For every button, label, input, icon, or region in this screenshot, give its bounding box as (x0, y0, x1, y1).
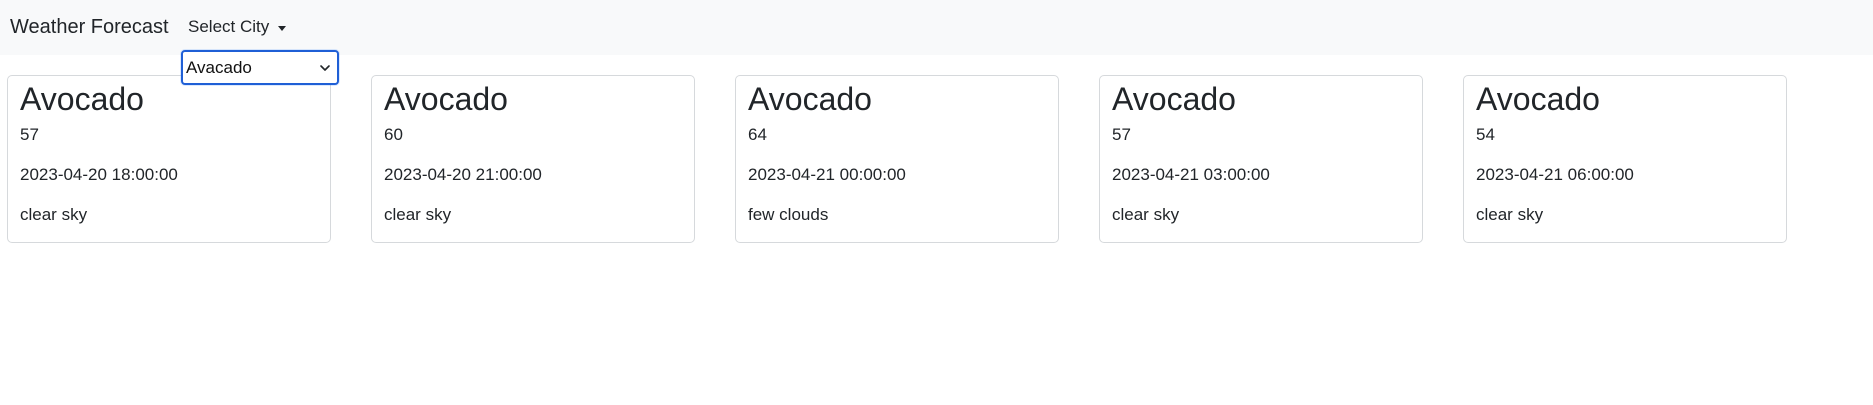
forecast-card: Avocado 64 2023-04-21 00:00:00 few cloud… (735, 75, 1059, 243)
card-temperature: 54 (1476, 125, 1495, 144)
navbar: Weather Forecast Select City (0, 0, 1873, 55)
caret-down-icon (278, 25, 287, 31)
chevron-down-icon (320, 64, 330, 71)
card-city: Avocado (748, 81, 872, 117)
card-datetime: 2023-04-21 03:00:00 (1112, 165, 1270, 184)
card-city: Avocado (1112, 81, 1236, 117)
brand-title[interactable]: Weather Forecast (10, 14, 169, 40)
forecast-card: Avocado 57 2023-04-21 03:00:00 clear sky (1099, 75, 1423, 243)
card-description: clear sky (20, 205, 88, 224)
card-temperature: 64 (748, 125, 767, 144)
card-city: Avocado (1476, 81, 1600, 117)
forecast-card: Avocado 57 2023-04-20 18:00:00 clear sky (7, 75, 331, 243)
forecast-card: Avocado 54 2023-04-21 06:00:00 clear sky (1463, 75, 1787, 243)
card-description: clear sky (1112, 205, 1180, 224)
card-datetime: 2023-04-21 00:00:00 (748, 165, 906, 184)
card-datetime: 2023-04-20 18:00:00 (20, 165, 178, 184)
card-temperature: 57 (20, 125, 39, 144)
select-city-label: Select City (188, 17, 270, 36)
forecast-card: Avocado 60 2023-04-20 21:00:00 clear sky (371, 75, 695, 243)
card-datetime: 2023-04-21 06:00:00 (1476, 165, 1634, 184)
city-select-value: Avacado (186, 57, 252, 77)
card-temperature: 60 (384, 125, 403, 144)
card-city: Avocado (20, 81, 144, 117)
card-temperature: 57 (1112, 125, 1131, 144)
card-description: few clouds (748, 205, 829, 224)
city-select[interactable]: Avacado (181, 50, 339, 85)
card-description: clear sky (384, 205, 452, 224)
card-description: clear sky (1476, 205, 1544, 224)
card-city: Avocado (384, 81, 508, 117)
card-datetime: 2023-04-20 21:00:00 (384, 165, 542, 184)
select-city-dropdown[interactable]: Select City (188, 16, 287, 38)
